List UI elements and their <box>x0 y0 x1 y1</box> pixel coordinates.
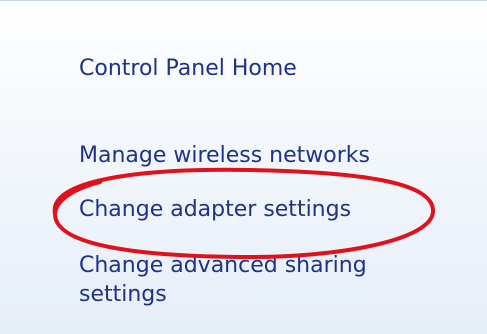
pane-top-border <box>0 0 487 1</box>
change-advanced-sharing-settings-link[interactable]: Change advanced sharing settings <box>79 251 439 309</box>
control-panel-home-link[interactable]: Control Panel Home <box>79 54 297 84</box>
manage-wireless-networks-link[interactable]: Manage wireless networks <box>79 141 370 171</box>
change-adapter-settings-link[interactable]: Change adapter settings <box>79 195 351 225</box>
navigation-pane: Control Panel Home Manage wireless netwo… <box>0 0 487 334</box>
